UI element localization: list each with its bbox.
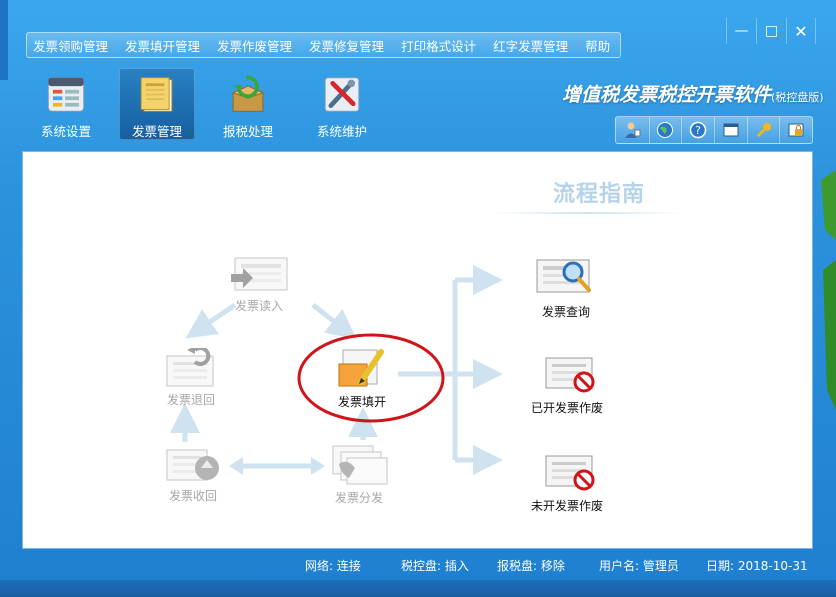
key-icon[interactable] (746, 117, 780, 143)
desktop-edge (0, 0, 8, 80)
menu-red-invoice[interactable]: 红字发票管理 (493, 36, 568, 55)
node-label: 未开发票作废 (531, 499, 604, 513)
flow-arrows (170, 265, 503, 475)
node-void-issued[interactable]: 已开发票作废 (531, 356, 603, 416)
node-invoice-return[interactable]: 发票退回 (165, 348, 217, 408)
brand-edition: (税控盘版) (771, 91, 824, 104)
svg-text:?: ? (695, 124, 701, 137)
menu-invoice-repair[interactable]: 发票修复管理 (309, 36, 384, 55)
node-label: 发票填开 (337, 395, 386, 409)
toolbar-label: 发票管理 (131, 124, 182, 139)
app-brand-title: 增值税发票税控开票软件(税控盘版) (562, 80, 824, 107)
status-tax-disk: 税控盘: 插入 (401, 559, 469, 573)
desktop-background (821, 170, 836, 410)
lock-screen-icon[interactable] (779, 117, 812, 143)
notebook-icon (140, 77, 173, 112)
status-date: 日期: 2018-10-31 (706, 559, 808, 573)
brand-name: 增值税发票税控开票软件 (562, 84, 772, 106)
invoice-return-icon (166, 348, 214, 387)
help-icon[interactable]: ? (681, 117, 714, 143)
status-network: 网络: 连接 (305, 559, 361, 573)
app-window: — □ ✕ 发票领购管理 发票填开管理 发票作废管理 发票修复管理 打印格式设计… (0, 0, 836, 597)
node-label: 发票查询 (541, 305, 590, 319)
toolbar-label: 系统维护 (316, 124, 367, 139)
invoice-read-icon (231, 257, 288, 291)
quick-icon-bar: ? (615, 116, 813, 144)
taskbar (0, 580, 836, 597)
toolbar-system-maintenance[interactable]: 系统维护 (304, 68, 380, 140)
node-invoice-read[interactable]: 发票读入 (229, 256, 289, 314)
toolbar-label: 报税处理 (222, 124, 273, 139)
node-label: 已开发票作废 (531, 401, 604, 415)
tools-icon (324, 77, 360, 112)
flow-guide-panel: 流程指南 发票读入 发票退回 发票收回 发票填开 发票分发 发票查询 已开发票作… (22, 151, 813, 549)
node-label: 发票分发 (334, 491, 383, 505)
package-upload-icon (231, 75, 265, 112)
menu-invoice-void[interactable]: 发票作废管理 (217, 36, 292, 55)
node-invoice-distribute[interactable]: 发票分发 (329, 444, 389, 506)
node-void-unissued[interactable]: 未开发票作废 (531, 454, 603, 514)
search-icon (536, 259, 591, 293)
toolbar-invoice-management[interactable]: 发票管理 (119, 68, 195, 140)
node-invoice-query[interactable]: 发票查询 (533, 256, 599, 320)
toolbar-tax-processing[interactable]: 报税处理 (210, 68, 286, 140)
node-invoice-fill[interactable]: 发票填开 (337, 346, 387, 410)
menu-help[interactable]: 帮助 (585, 36, 610, 55)
status-user: 用户名: 管理员 (599, 559, 679, 573)
node-invoice-recycle[interactable]: 发票收回 (165, 444, 221, 504)
node-label: 发票收回 (168, 489, 217, 503)
window-icon[interactable] (714, 117, 747, 143)
user-icon[interactable] (616, 117, 649, 143)
void-issued-icon (545, 357, 595, 393)
status-report-disk: 报税盘: 移除 (497, 559, 565, 573)
menu-invoice-purchase[interactable]: 发票领购管理 (33, 36, 108, 55)
recycle-icon (166, 449, 219, 481)
menu-invoice-fill[interactable]: 发票填开管理 (125, 36, 200, 55)
invoice-fill-icon (338, 349, 384, 387)
minimize-button[interactable]: — (726, 18, 756, 44)
void-unissued-icon (545, 455, 595, 491)
maximize-button[interactable]: □ (756, 18, 786, 44)
menu-print-format[interactable]: 打印格式设计 (401, 36, 476, 55)
node-label: 发票读入 (234, 299, 283, 313)
globe-icon[interactable] (648, 117, 682, 143)
close-button[interactable]: ✕ (786, 18, 816, 44)
settings-panel-icon (47, 77, 85, 112)
invoice-distribute-icon (332, 445, 388, 485)
node-label: 发票退回 (166, 393, 215, 407)
toolbar-system-settings[interactable]: 系统设置 (28, 68, 104, 140)
menu-bar: 发票领购管理 发票填开管理 发票作废管理 发票修复管理 打印格式设计 红字发票管… (26, 32, 621, 58)
toolbar-label: 系统设置 (40, 124, 91, 139)
